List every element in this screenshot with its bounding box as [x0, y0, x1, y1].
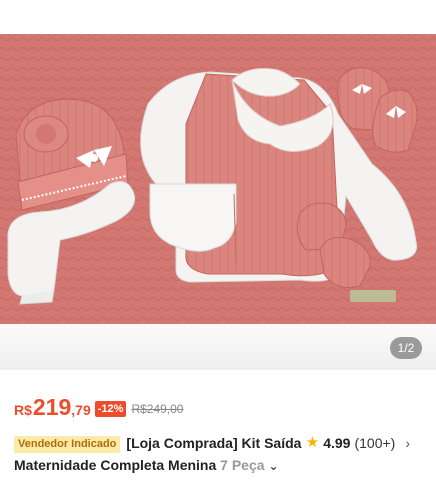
- price-cents: ,79: [71, 402, 91, 418]
- title-line2-text: Maternidade Completa Menina: [14, 457, 217, 473]
- title-main: [Loja Comprada] Kit Saída: [126, 435, 302, 451]
- rating-value: 4.99: [323, 435, 351, 451]
- title-line-2: Maternidade Completa Menina 7 Peça ⌄: [14, 454, 424, 477]
- gallery-footer: 1/2: [0, 324, 436, 370]
- title-fade-text: 7 Peça: [220, 457, 265, 473]
- original-price: R$249,00: [131, 402, 184, 416]
- price-integer: 219: [32, 394, 72, 420]
- top-gutter: [0, 0, 436, 34]
- product-info: R$ 219 ,79 -12% R$249,00 Vendedor Indica…: [0, 370, 436, 500]
- rating-link[interactable]: ★ 4.99 (100+) ›: [301, 432, 410, 454]
- price-row: R$ 219 ,79 -12% R$249,00: [14, 394, 183, 420]
- discount-badge: -12%: [94, 401, 127, 417]
- expand-title-chevron-icon[interactable]: ⌄: [269, 455, 279, 477]
- chevron-right-icon: ›: [405, 435, 410, 451]
- star-icon: ★: [305, 434, 320, 451]
- product-image-gallery[interactable]: [0, 34, 436, 324]
- product-photo[interactable]: [0, 34, 436, 324]
- product-title[interactable]: Vendedor Indicado [Loja Comprada] Kit Saí…: [14, 432, 424, 477]
- rating-count: (100+): [354, 435, 396, 451]
- image-page-indicator: 1/2: [390, 337, 422, 359]
- product-tag: [350, 290, 396, 302]
- seller-badge: Vendedor Indicado: [14, 436, 121, 453]
- title-line-1: Vendedor Indicado [Loja Comprada] Kit Saí…: [14, 432, 424, 454]
- price-currency: R$: [14, 402, 32, 418]
